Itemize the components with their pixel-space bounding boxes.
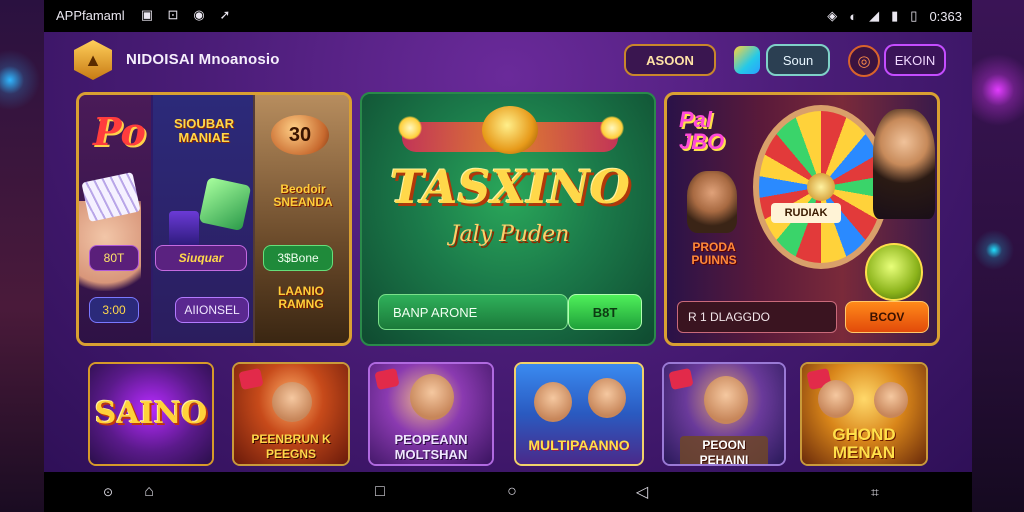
asoon-button[interactable]: ASOON bbox=[624, 44, 716, 76]
back-triangle-icon[interactable]: ◁ bbox=[630, 480, 654, 504]
game-tile[interactable]: PEENBRUN K PEEGNS bbox=[232, 362, 350, 466]
soun-app-icon[interactable] bbox=[734, 46, 760, 74]
banner-center-subtitle: Jaly Puden bbox=[450, 222, 570, 247]
game-tile-label: MULTIPAANNO bbox=[528, 437, 630, 453]
card-stack-illustration bbox=[169, 211, 199, 247]
status-notification-icons: ▣ ⊡ ◉ ➚ bbox=[139, 7, 233, 23]
status-right-icons: ◈ ◐ ◢ ▮ ▯ 0:363 bbox=[827, 8, 962, 24]
banner-center-input[interactable]: BANP ARONE bbox=[378, 294, 568, 330]
status-app-label: APPfamaml bbox=[56, 8, 125, 23]
game-tile-label: PEOON PEHAINI bbox=[680, 436, 768, 464]
app-screen: ▲ NIDOISAI Mnoanosio ASOON Soun ◎ EKOIN … bbox=[44, 32, 972, 472]
background-right-edge bbox=[968, 0, 1024, 512]
character-face bbox=[704, 376, 748, 424]
banner-right-logo: Pal JBO bbox=[679, 107, 725, 154]
download-icon: ⊡ bbox=[167, 7, 179, 22]
promo-banner-right[interactable]: Pal JBO RUDIAK PRODA PUINNS R 1 DLAGGDO … bbox=[664, 92, 940, 346]
character-face bbox=[588, 378, 626, 418]
game-tile-label: PEOPEANN MOLTSHAN bbox=[394, 432, 468, 462]
signal-icon: ▮ bbox=[891, 8, 899, 23]
app-header: ▲ NIDOISAI Mnoanosio ASOON Soun ◎ EKOIN bbox=[44, 32, 972, 90]
game-tile-label: PEENBRUN K PEEGNS bbox=[251, 432, 331, 461]
coin-value-badge: 30 bbox=[271, 115, 329, 155]
banner-left-chip-4[interactable]: 3:00 bbox=[89, 297, 139, 323]
sync-icon: ◉ bbox=[193, 7, 205, 22]
banner-left-title-mid: Beodoir SNEANDA bbox=[273, 182, 333, 209]
light-orb-left bbox=[398, 116, 422, 140]
banner-right-button[interactable]: BCOV bbox=[845, 301, 929, 333]
status-bar: APPfamaml ▣ ⊡ ◉ ➚ ◈ ◐ ◢ ▮ ▯ 0:363 bbox=[44, 0, 972, 32]
message-icon: ▣ bbox=[140, 7, 154, 22]
character-face bbox=[874, 382, 908, 418]
vibrate-icon: ◈ bbox=[827, 8, 838, 23]
home-circle-icon[interactable]: ○ bbox=[500, 480, 524, 504]
character-face bbox=[818, 380, 854, 418]
gamepad-icon[interactable]: ⌗ bbox=[858, 480, 892, 504]
banner-left-chip-5[interactable]: AIIONSEL bbox=[175, 297, 249, 323]
phone-frame: APPfamaml ▣ ⊡ ◉ ➚ ◈ ◐ ◢ ▮ ▯ 0:363 ▲ NIDO… bbox=[44, 0, 972, 512]
nav-dot-icon[interactable]: ⊙ bbox=[96, 480, 120, 504]
home-icon[interactable]: ⌂ bbox=[137, 480, 161, 504]
character-face bbox=[410, 374, 454, 420]
banner-left-chip-1[interactable]: 80T bbox=[89, 245, 139, 271]
dealer-portrait bbox=[687, 171, 737, 233]
promo-banner-center[interactable]: TASXINO Jaly Puden BANP ARONE B8T bbox=[360, 92, 656, 346]
banner-right-side-title: PRODA PUINNS bbox=[691, 240, 737, 267]
mascot-chip-icon bbox=[865, 243, 923, 301]
character-face bbox=[534, 382, 572, 422]
clock-time: 0:363 bbox=[929, 8, 962, 24]
wheel-label: RUDIAK bbox=[771, 203, 841, 223]
banner-left-chip-2[interactable]: Siuquar bbox=[155, 245, 247, 271]
banner-left-chip-3[interactable]: 3$Bone bbox=[263, 245, 333, 271]
wifi-icon: ◢ bbox=[869, 8, 880, 23]
soun-button[interactable]: Soun bbox=[766, 44, 830, 76]
game-tile-label: SAINO bbox=[94, 396, 208, 431]
recents-square-icon[interactable]: □ bbox=[368, 480, 392, 504]
profile-ring-icon[interactable]: ◎ bbox=[848, 45, 880, 77]
game-tile[interactable]: PEOON PEHAINI bbox=[662, 362, 786, 466]
battery-icon: ▯ bbox=[910, 8, 918, 23]
light-orb-right bbox=[600, 116, 624, 140]
game-tile[interactable]: MULTIPAANNO bbox=[514, 362, 644, 466]
app-title: NIDOISAI Mnoanosio bbox=[126, 51, 280, 68]
banner-left-title-bottom: LAANIO RAMNG bbox=[278, 284, 324, 311]
game-tile[interactable]: GHOND MENAN bbox=[800, 362, 928, 466]
alarm-icon: ◐ bbox=[849, 8, 858, 24]
hexagon-badge-icon[interactable]: ▲ bbox=[74, 40, 112, 80]
game-tile[interactable]: SAINO bbox=[88, 362, 214, 466]
crown-emblem-icon bbox=[482, 106, 538, 154]
banner-center-button[interactable]: B8T bbox=[568, 294, 642, 330]
banner-left-logo: Po bbox=[93, 109, 146, 154]
wheel-hub bbox=[807, 173, 835, 201]
banner-center-title: TASXINO bbox=[390, 160, 630, 214]
cash-illustration bbox=[198, 176, 252, 232]
ekoin-button[interactable]: EKOIN bbox=[884, 44, 946, 76]
system-nav-bar: ⊙ ⌂ □ ○ ◁ ⌗ bbox=[44, 472, 972, 512]
character-face bbox=[272, 382, 312, 422]
banner-right-input[interactable]: R 1 DLAGGDO bbox=[677, 301, 837, 333]
location-icon: ➚ bbox=[219, 7, 231, 22]
hostess-portrait bbox=[873, 109, 935, 219]
promo-banner-left[interactable]: Po SIOUBAR MANIAE 30 Beodoir SNEANDA 80T… bbox=[76, 92, 352, 346]
game-tile[interactable]: PEOPEANN MOLTSHAN bbox=[368, 362, 494, 466]
banner-left-title-top: SIOUBAR MANIAE bbox=[174, 116, 234, 145]
game-tile-label: GHOND MENAN bbox=[832, 425, 896, 462]
